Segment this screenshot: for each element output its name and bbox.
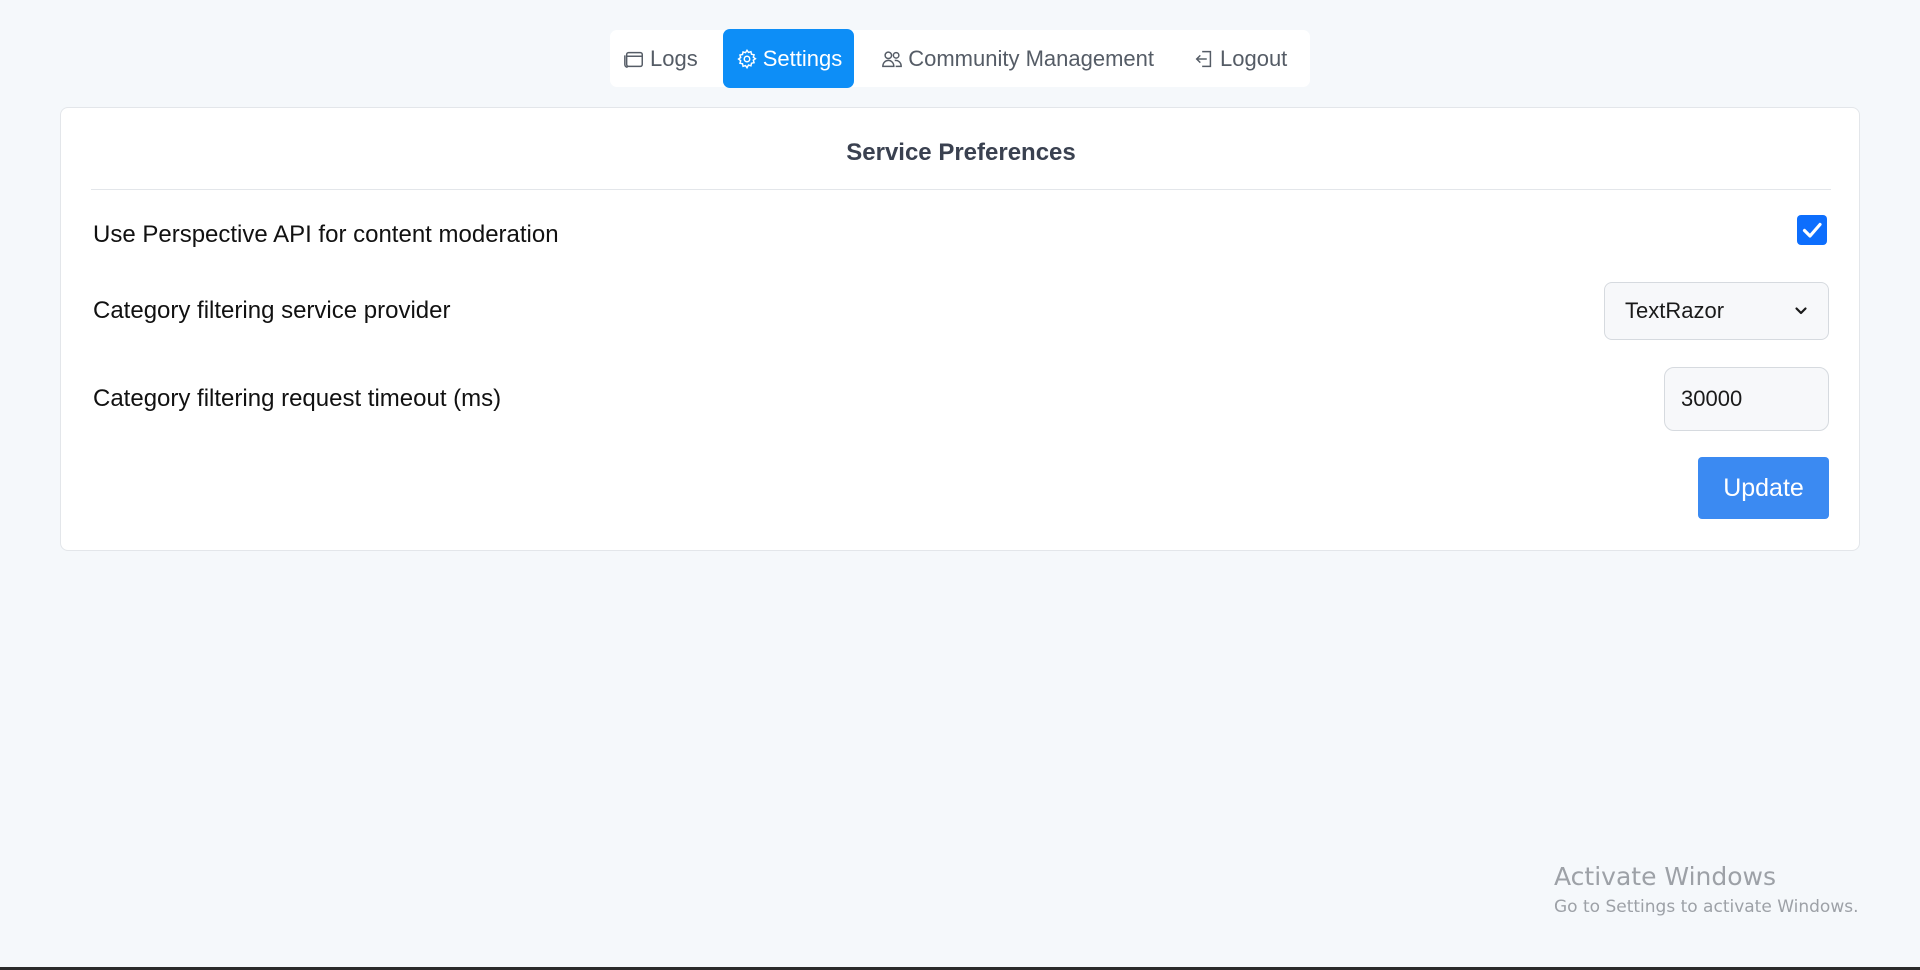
nav-tab-logs-label: Logs [650, 45, 698, 71]
card-title: Service Preferences [91, 108, 1831, 190]
nav-tab-settings-label: Settings [762, 45, 843, 71]
nav-tab-community-management-label: Community Management [908, 45, 1154, 71]
timeout-label: Category filtering request timeout (ms) [93, 385, 502, 412]
perspective-api-label: Use Perspective API for content moderati… [93, 221, 559, 248]
timeout-input[interactable] [1664, 367, 1829, 431]
checkmark-icon [1802, 222, 1822, 238]
gear-icon [735, 47, 759, 71]
page: Logs Settings Community Management Logou… [0, 0, 1920, 970]
provider-label: Category filtering service provider [93, 297, 451, 324]
perspective-api-checkbox[interactable] [1797, 215, 1827, 245]
nav-tab-logout-label: Logout [1220, 45, 1288, 71]
chevron-down-icon [1794, 304, 1808, 318]
watermark-title: Activate Windows [1554, 862, 1776, 891]
browser-window-icon [622, 47, 646, 71]
nav-tab-logout[interactable]: Logout [1180, 30, 1299, 87]
nav-tab-settings[interactable]: Settings [722, 29, 855, 88]
nav-tab-community-management[interactable]: Community Management [868, 30, 1166, 87]
update-button[interactable]: Update [1698, 457, 1829, 519]
people-icon [880, 47, 904, 71]
service-preferences-card: Service Preferences Use Perspective API … [60, 107, 1860, 551]
provider-select-value: TextRazor [1625, 298, 1725, 323]
provider-select[interactable]: TextRazor [1604, 282, 1829, 340]
nav-tab-logs[interactable]: Logs [610, 30, 710, 87]
logout-icon [1192, 47, 1216, 71]
activate-windows-watermark: Activate Windows Go to Settings to activ… [1554, 862, 1859, 917]
top-nav: Logs Settings Community Management Logou… [610, 29, 1310, 88]
watermark-subtitle: Go to Settings to activate Windows. [1554, 897, 1859, 917]
